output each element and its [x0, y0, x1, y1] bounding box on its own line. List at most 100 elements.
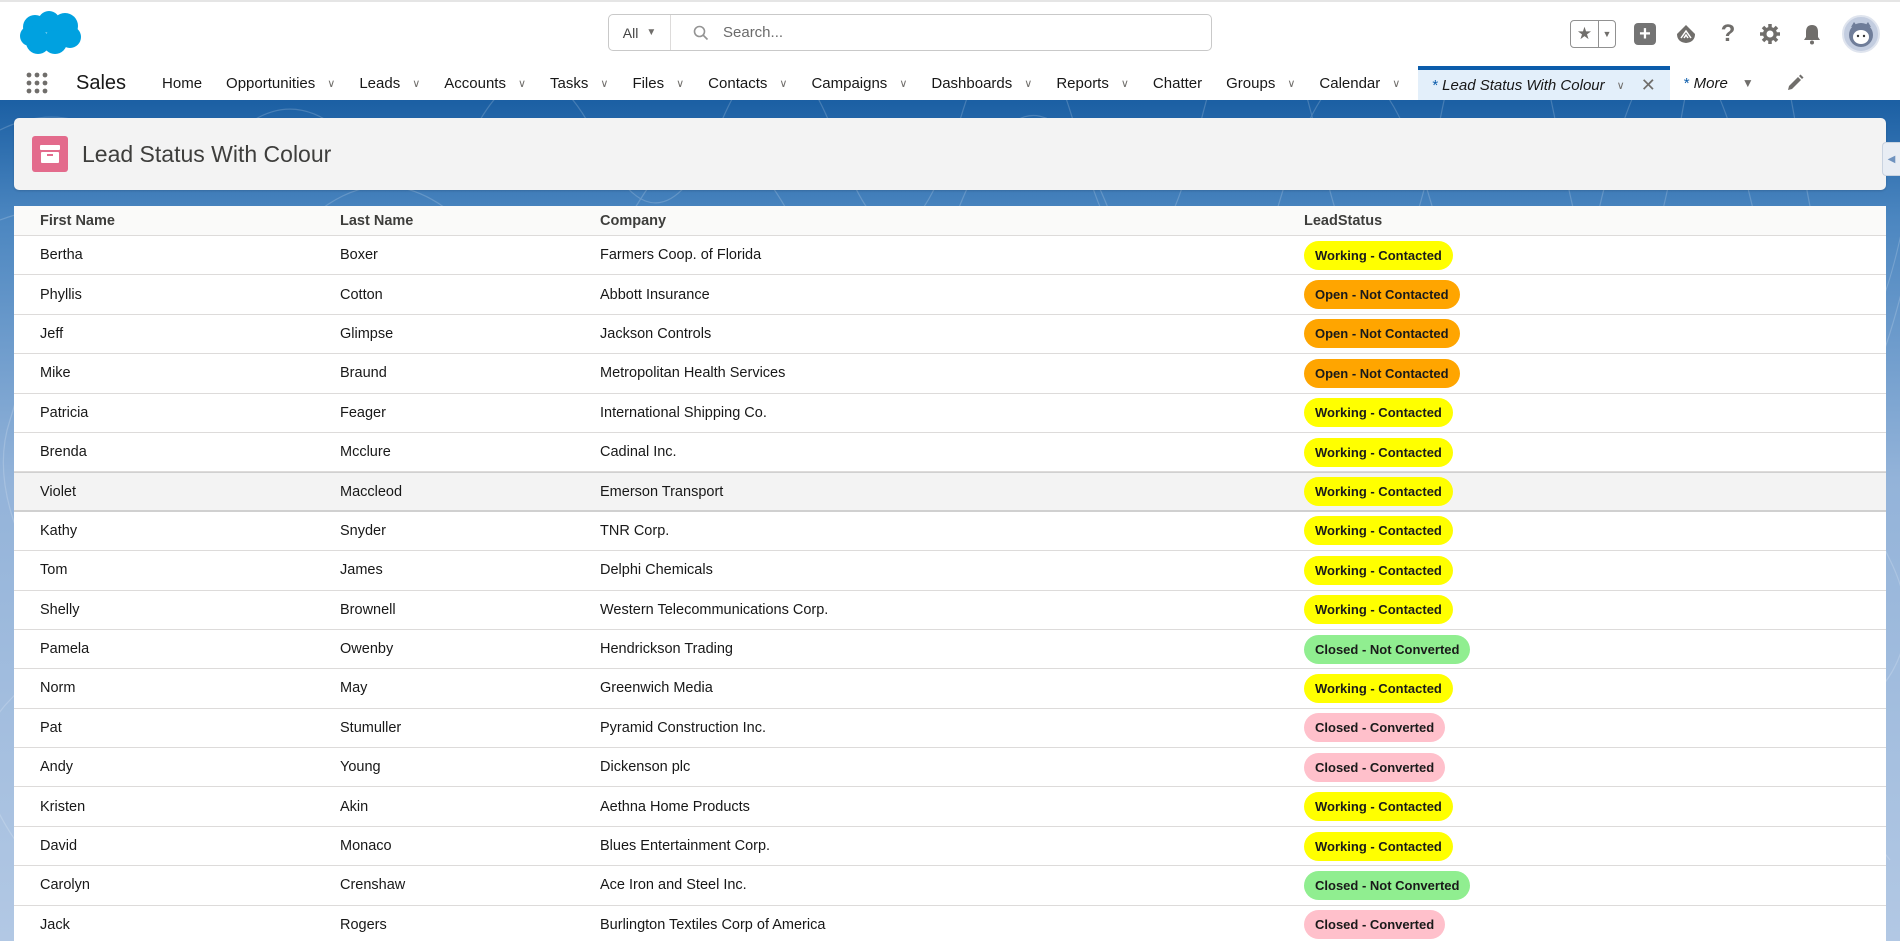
table-row[interactable]: Pamela Owenby Hendrickson Trading Closed - …	[14, 630, 1886, 670]
first-name-cell: Andy	[40, 759, 74, 776]
app-name: Sales	[76, 71, 127, 94]
close-icon[interactable]: ✕	[1641, 75, 1656, 96]
table-row[interactable]: Bertha Boxer Farmers Coop. of Florida Worki…	[14, 236, 1886, 276]
nav-item-home[interactable]: Home	[148, 66, 212, 100]
nav-item-label: Opportunities	[226, 74, 316, 92]
company-cell: International Shipping Co.	[600, 404, 767, 421]
company-cell: Aethna Home Products	[600, 798, 750, 815]
table-row[interactable]: Violet Maccleod Emerson Transport Working -…	[14, 472, 1886, 512]
nav-item-groups[interactable]: Groups ∨	[1212, 66, 1305, 100]
chevron-down-icon[interactable]: ∨	[779, 77, 787, 90]
table-row[interactable]: Phyllis Cotton Abbott Insurance Open - Not …	[14, 275, 1886, 315]
chevron-down-icon[interactable]: ∨	[412, 77, 420, 90]
chevron-down-icon[interactable]: ∨	[327, 77, 335, 90]
table-row[interactable]: Kristen Akin Aethna Home Products Working -…	[14, 787, 1886, 827]
table-row[interactable]: Mike Braund Metropolitan Health Services Op…	[14, 354, 1886, 394]
nav-item-dashboards[interactable]: Dashboards ∨	[917, 66, 1042, 100]
search-scope-select[interactable]: All ▼	[609, 15, 671, 50]
chevron-down-icon[interactable]: ∨	[1392, 77, 1400, 90]
help-icon[interactable]: ?	[1716, 20, 1740, 47]
trailhead-icon[interactable]	[1674, 22, 1698, 46]
chevron-down-icon[interactable]: ∨	[1024, 77, 1032, 90]
app-launcher-grid-icon	[26, 72, 48, 94]
nav-item-leads[interactable]: Leads ∨	[345, 66, 430, 100]
company-cell: Emerson Transport	[600, 483, 724, 500]
chevron-down-icon[interactable]: ∨	[518, 77, 526, 90]
star-icon[interactable]: ★	[1571, 21, 1599, 47]
first-name-cell: Carolyn	[40, 877, 90, 894]
table-row[interactable]: Andy Young Dickenson plc Closed - Converted	[14, 748, 1886, 788]
table-row[interactable]: David Monaco Blues Entertainment Corp. Work…	[14, 827, 1886, 867]
table-row[interactable]: Kathy Snyder TNR Corp. Working - Contacted	[14, 512, 1886, 552]
last-name-cell: Akin	[340, 798, 369, 815]
caret-down-icon: ▼	[646, 27, 657, 38]
app-launcher-button[interactable]	[26, 66, 66, 100]
tab-lead-status-with-colour[interactable]: * Lead Status With Colour ∨ ✕	[1418, 66, 1670, 100]
column-header-lead-status[interactable]: LeadStatus	[1304, 213, 1382, 229]
gear-icon[interactable]	[1758, 22, 1782, 46]
global-actions-plus-icon[interactable]: +	[1634, 23, 1656, 45]
company-cell: Western Telecommunications Corp.	[600, 601, 829, 618]
nav-item-opportunities[interactable]: Opportunities ∨	[212, 66, 345, 100]
avatar[interactable]	[1842, 15, 1880, 53]
nav-item-campaigns[interactable]: Campaigns ∨	[797, 66, 917, 100]
column-header-last-name[interactable]: Last Name	[340, 213, 600, 229]
salesforce-cloud-logo[interactable]	[18, 10, 84, 56]
table-row[interactable]: Carolyn Crenshaw Ace Iron and Steel Inc. Cl…	[14, 866, 1886, 906]
nav-item-files[interactable]: Files ∨	[618, 66, 694, 100]
search-icon	[693, 25, 709, 40]
last-name-cell: Stumuller	[340, 719, 402, 736]
lead-status-table: First Name Last Name Company LeadStatus …	[14, 206, 1886, 941]
first-name-cell: Pamela	[40, 641, 90, 658]
table-header: First Name Last Name Company LeadStatus	[14, 206, 1886, 236]
column-header-first-name[interactable]: First Name	[40, 213, 340, 229]
chevron-down-icon[interactable]: ∨	[676, 77, 684, 90]
caret-down-icon[interactable]: ▼	[1599, 21, 1615, 47]
status-badge: Closed - Not Converted	[1304, 634, 1471, 664]
last-name-cell: Owenby	[340, 641, 394, 658]
table-row[interactable]: Norm May Greenwich Media Working - Contacte…	[14, 669, 1886, 709]
lead-status-cell: Working - Contacted	[1304, 477, 1453, 507]
table-row[interactable]: Shelly Brownell Western Telecommunications…	[14, 591, 1886, 630]
column-header-company[interactable]: Company	[600, 213, 1304, 229]
chevron-down-icon[interactable]: ∨	[1617, 79, 1625, 92]
first-name-cell: Kathy	[40, 522, 78, 539]
nav-item-contacts[interactable]: Contacts ∨	[694, 66, 797, 100]
status-badge: Working - Contacted	[1304, 437, 1453, 467]
chevron-down-icon[interactable]: ∨	[1121, 77, 1129, 90]
lead-status-cell: Working - Contacted	[1304, 240, 1453, 270]
nav-item-label: Calendar	[1319, 74, 1381, 92]
first-name-cell: Pat	[40, 719, 62, 736]
chevron-down-icon[interactable]: ∨	[1287, 77, 1295, 90]
chevron-down-icon[interactable]: ∨	[600, 77, 608, 90]
nav-item-calendar[interactable]: Calendar ∨	[1305, 66, 1410, 100]
search-input[interactable]	[723, 24, 1203, 41]
nav-item-reports[interactable]: Reports ∨	[1042, 66, 1139, 100]
chevron-down-icon[interactable]: ∨	[899, 77, 907, 90]
nav-item-chatter[interactable]: Chatter	[1139, 66, 1212, 100]
edit-nav-pencil-icon[interactable]	[1786, 66, 1804, 100]
more-tabs-menu[interactable]: * More ▼	[1670, 66, 1764, 100]
bell-icon[interactable]	[1800, 22, 1824, 46]
status-badge: Working - Contacted	[1304, 240, 1453, 270]
lead-status-cell: Closed - Converted	[1304, 752, 1446, 782]
table-row[interactable]: Tom James Delphi Chemicals Working - Contac…	[14, 551, 1886, 591]
nav-item-accounts[interactable]: Accounts ∨	[430, 66, 536, 100]
table-row[interactable]: Brenda Mcclure Cadinal Inc. Working - Conta…	[14, 433, 1886, 473]
table-row[interactable]: Jack Rogers Burlington Textiles Corp of Am…	[14, 906, 1886, 941]
table-row[interactable]: Pat Stumuller Pyramid Construction Inc. Clo…	[14, 709, 1886, 749]
lead-status-cell: Working - Contacted	[1304, 792, 1453, 822]
company-cell: Cadinal Inc.	[600, 444, 677, 461]
table-row[interactable]: Patricia Feager International Shipping Co.…	[14, 394, 1886, 433]
table-row[interactable]: Jeff Glimpse Jackson Controls Open - Not Co…	[14, 315, 1886, 355]
status-badge: Working - Contacted	[1304, 477, 1453, 507]
lead-status-cell: Open - Not Contacted	[1304, 319, 1460, 349]
global-search: All ▼	[608, 14, 1212, 51]
status-badge: Working - Contacted	[1304, 673, 1453, 703]
nav-item-label: Leads	[359, 74, 401, 92]
panel-toggle-handle[interactable]: ◀	[1882, 142, 1900, 176]
last-name-cell: Monaco	[340, 838, 392, 855]
global-header: All ▼ ★ ▼ + ?	[0, 0, 1900, 66]
company-cell: Blues Entertainment Corp.	[600, 838, 771, 855]
nav-item-tasks[interactable]: Tasks ∨	[536, 66, 618, 100]
